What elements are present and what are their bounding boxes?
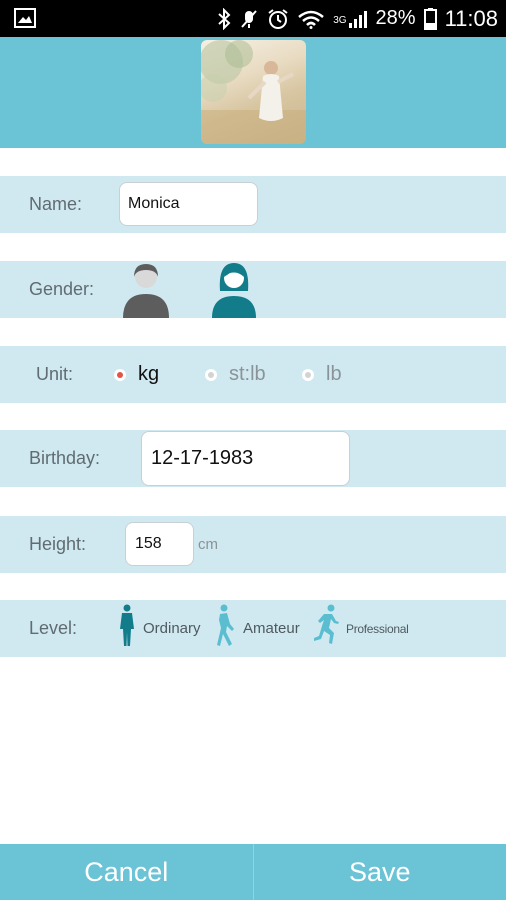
battery-percentage: 28%	[375, 7, 416, 29]
unit-row: Unit: kg st:lb lb	[0, 346, 506, 403]
unit-label: Unit:	[36, 364, 74, 384]
female-icon[interactable]	[210, 261, 258, 323]
action-bar: Cancel Save	[0, 844, 506, 900]
standing-person-icon	[117, 604, 137, 653]
network-type: 3G	[333, 14, 347, 26]
height-label: Height:	[29, 534, 87, 554]
profile-header	[0, 37, 506, 148]
radio-checked-icon	[114, 368, 126, 381]
height-row: Height: 158 cm	[0, 516, 506, 573]
radio-unchecked-icon	[205, 368, 217, 381]
bluetooth-icon	[217, 7, 231, 30]
save-button[interactable]: Save	[254, 844, 506, 900]
avatar[interactable]	[201, 40, 306, 144]
name-input[interactable]: Monica	[119, 182, 258, 226]
male-icon[interactable]	[122, 261, 170, 323]
name-label: Name:	[29, 194, 83, 214]
running-person-icon	[312, 604, 340, 653]
clock: 11:08	[444, 5, 498, 31]
level-option-ordinary[interactable]: Ordinary	[117, 600, 201, 657]
radio-unchecked-icon	[302, 368, 314, 381]
level-option-amateur[interactable]: Amateur	[215, 600, 300, 657]
unit-option-kg[interactable]: kg	[114, 346, 159, 403]
alarm-icon	[267, 8, 289, 30]
birthday-input[interactable]: 12-17-1983	[141, 431, 350, 486]
name-row: Name: Monica	[0, 176, 506, 233]
battery-icon	[423, 7, 437, 30]
gender-row: Gender:	[0, 261, 506, 318]
signal-icon: 3G	[333, 9, 367, 29]
wifi-icon	[297, 9, 325, 29]
birthday-label: Birthday:	[29, 448, 101, 468]
level-option-professional[interactable]: Professional	[312, 600, 409, 657]
level-label: Level:	[29, 618, 78, 638]
height-unit: cm	[198, 536, 218, 553]
cancel-button[interactable]: Cancel	[0, 844, 253, 900]
image-icon	[14, 8, 36, 33]
unit-option-lb[interactable]: lb	[302, 346, 342, 403]
walking-person-icon	[215, 604, 237, 653]
gender-label: Gender:	[29, 279, 95, 299]
height-input[interactable]: 158	[125, 522, 194, 566]
unit-option-stlb[interactable]: st:lb	[205, 346, 266, 403]
level-row: Level: Ordinary Amateur Professional	[0, 600, 506, 657]
birthday-row: Birthday: 12-17-1983	[0, 430, 506, 487]
status-bar: 3G 28% 11:08	[0, 0, 506, 37]
mute-icon	[239, 8, 259, 30]
